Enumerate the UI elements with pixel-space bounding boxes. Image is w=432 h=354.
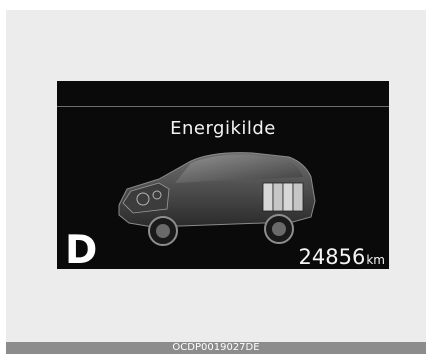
odometer-value: 24856	[298, 245, 366, 269]
figure-code: OCDP0019027DE	[6, 342, 426, 354]
odometer-unit: km	[366, 253, 385, 267]
screen-title: Energikilde	[170, 118, 276, 139]
car-energy-flow-icon	[118, 152, 316, 246]
odometer: 24856km	[299, 247, 385, 268]
header-divider	[57, 106, 389, 107]
cluster-display: Energikilde D 24856km	[57, 81, 389, 269]
figure-panel: Energikilde D 24856km	[6, 10, 426, 342]
gear-indicator: D	[65, 228, 98, 269]
